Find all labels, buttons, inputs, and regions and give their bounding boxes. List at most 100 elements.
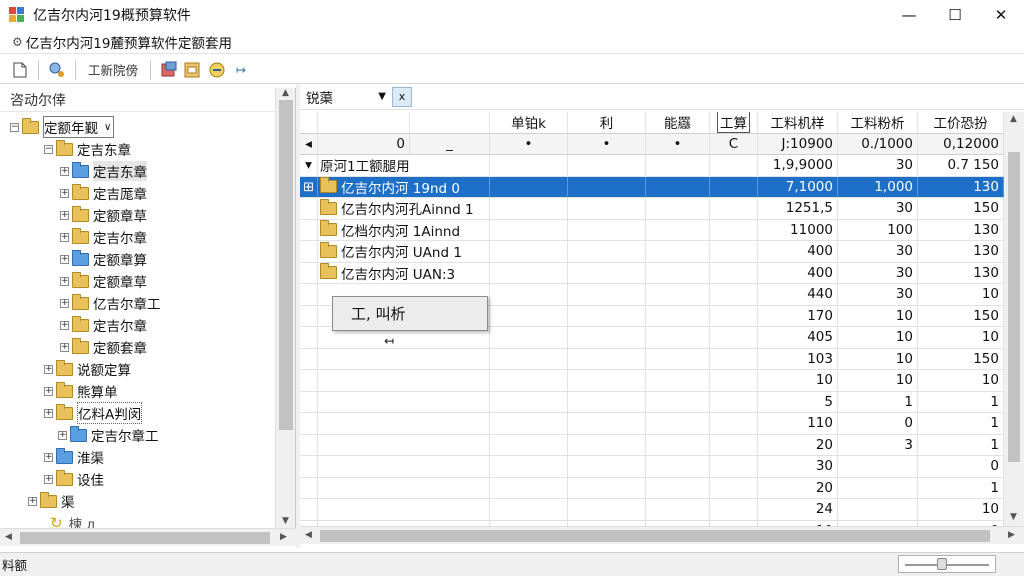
tree-node[interactable]: + 定吉厖章 — [60, 182, 147, 204]
value-cell[interactable]: 150 — [918, 348, 1004, 370]
zoom-slider[interactable] — [898, 555, 996, 573]
value-cell[interactable] — [838, 499, 918, 521]
row-marker-cell[interactable] — [300, 391, 318, 413]
column-header[interactable] — [300, 112, 318, 134]
scroll-thumb[interactable] — [320, 530, 990, 542]
row-name-cell[interactable] — [318, 348, 490, 370]
expand-icon[interactable]: + — [44, 452, 53, 462]
value-cell[interactable]: 1 — [918, 434, 1004, 456]
table-row[interactable]: 30 0 — [300, 456, 1024, 478]
column-header[interactable]: 能羉 — [646, 112, 710, 134]
empty-cell[interactable] — [568, 413, 646, 435]
left-horizontal-scrollbar[interactable]: ◀ ▶ — [0, 528, 296, 546]
expand-icon[interactable]: + — [44, 364, 53, 374]
tree-node[interactable]: + 定吉东章 — [60, 160, 147, 182]
scroll-thumb[interactable] — [1008, 152, 1020, 462]
value-cell[interactable] — [838, 456, 918, 478]
empty-cell[interactable] — [568, 176, 646, 198]
empty-cell[interactable] — [490, 370, 568, 392]
empty-cell[interactable] — [646, 155, 710, 177]
value-cell[interactable]: 10 — [838, 348, 918, 370]
right-horizontal-scrollbar[interactable]: ◀ ▶ — [300, 526, 1024, 544]
empty-cell[interactable] — [646, 391, 710, 413]
empty-cell[interactable] — [568, 284, 646, 306]
empty-cell[interactable] — [710, 155, 758, 177]
expand-icon[interactable]: + — [60, 232, 69, 242]
empty-cell[interactable] — [710, 198, 758, 220]
value-cell[interactable]: 11000 — [758, 219, 838, 241]
value-cell[interactable]: 130 — [918, 262, 1004, 284]
expand-icon[interactable]: + — [44, 474, 53, 484]
row-marker-cell[interactable] — [300, 219, 318, 241]
empty-cell[interactable] — [568, 241, 646, 263]
empty-cell[interactable] — [490, 391, 568, 413]
value-cell[interactable]: 0 — [838, 413, 918, 435]
column-header[interactable] — [318, 112, 410, 134]
empty-cell[interactable] — [490, 176, 568, 198]
left-vertical-scrollbar[interactable]: ▲ ▼ — [275, 88, 295, 528]
value-cell[interactable]: 7,1000 — [758, 176, 838, 198]
empty-cell[interactable] — [490, 499, 568, 521]
row-name-cell[interactable] — [318, 391, 490, 413]
tool-c-icon[interactable] — [207, 59, 227, 81]
table-row[interactable]: ⊞ 亿吉尔内河 19nd 0 7,1000 1,000 130 — [300, 176, 1024, 198]
empty-cell[interactable] — [490, 198, 568, 220]
table-row[interactable]: 亿吉尔内河孔Ainnd 1 1251,5 30 150 — [300, 198, 1024, 220]
empty-cell[interactable] — [710, 499, 758, 521]
minimize-button[interactable]: — — [886, 0, 932, 30]
value-cell[interactable]: 10 — [838, 370, 918, 392]
column-header[interactable]: 工价恐扮 — [918, 112, 1004, 134]
row-name-cell[interactable]: 亿档尔内河 1Ainnd — [318, 219, 490, 241]
value-cell[interactable]: 1 — [918, 391, 1004, 413]
value-cell[interactable]: 10 — [758, 370, 838, 392]
empty-cell[interactable] — [710, 434, 758, 456]
empty-cell[interactable] — [646, 305, 710, 327]
empty-cell[interactable] — [568, 262, 646, 284]
row-marker-cell[interactable] — [300, 327, 318, 349]
row-name-cell[interactable] — [318, 477, 490, 499]
empty-cell[interactable] — [568, 434, 646, 456]
table-row[interactable]: 亿档尔内河 1Ainnd 11000 100 130 — [300, 219, 1024, 241]
expand-icon[interactable]: + — [44, 408, 53, 418]
empty-cell[interactable] — [646, 456, 710, 478]
table-row[interactable]: 511 — [300, 391, 1024, 413]
empty-cell[interactable] — [710, 391, 758, 413]
column-header[interactable]: 工料粉析 — [838, 112, 918, 134]
empty-cell[interactable] — [646, 477, 710, 499]
context-popup-button[interactable]: 工, 叫析 — [332, 296, 488, 331]
row-marker-cell[interactable] — [300, 305, 318, 327]
row-marker-cell[interactable]: ⊞ — [300, 176, 318, 198]
row-marker-cell[interactable] — [300, 348, 318, 370]
empty-cell[interactable] — [710, 348, 758, 370]
empty-cell[interactable] — [490, 262, 568, 284]
row-marker-cell[interactable]: ▾ — [300, 155, 318, 177]
empty-cell[interactable] — [710, 305, 758, 327]
value-cell[interactable]: 24 — [758, 499, 838, 521]
empty-cell[interactable] — [710, 456, 758, 478]
table-row[interactable]: 10 10 10 — [300, 370, 1024, 392]
empty-cell[interactable] — [568, 305, 646, 327]
empty-cell[interactable] — [646, 413, 710, 435]
empty-cell[interactable] — [490, 305, 568, 327]
menu-title[interactable]: 亿吉尔内河19麓预算软件定额套用 — [26, 32, 232, 52]
value-cell[interactable]: 30 — [838, 262, 918, 284]
value-cell[interactable]: 20 — [758, 477, 838, 499]
empty-cell[interactable] — [568, 477, 646, 499]
scroll-up-icon[interactable]: ▲ — [1010, 114, 1017, 124]
table-row[interactable]: 亿吉尔内河 UAN:3 400 30 130 — [300, 262, 1024, 284]
empty-cell[interactable] — [710, 284, 758, 306]
value-cell[interactable]: 130 — [918, 219, 1004, 241]
empty-cell[interactable] — [568, 348, 646, 370]
column-header[interactable]: 工料机样 — [758, 112, 838, 134]
empty-cell[interactable] — [490, 327, 568, 349]
value-cell[interactable]: 10 — [918, 370, 1004, 392]
column-header[interactable] — [410, 112, 490, 134]
value-cell[interactable]: 0 — [918, 456, 1004, 478]
table-row[interactable]: 110 0 1 — [300, 413, 1024, 435]
view-select[interactable]: 锐蕖 ▼ — [306, 87, 392, 107]
expand-icon[interactable]: + — [60, 320, 69, 330]
empty-cell[interactable] — [490, 456, 568, 478]
row-name-cell[interactable] — [318, 499, 490, 521]
value-cell[interactable]: 30 — [838, 241, 918, 263]
empty-cell[interactable] — [490, 477, 568, 499]
